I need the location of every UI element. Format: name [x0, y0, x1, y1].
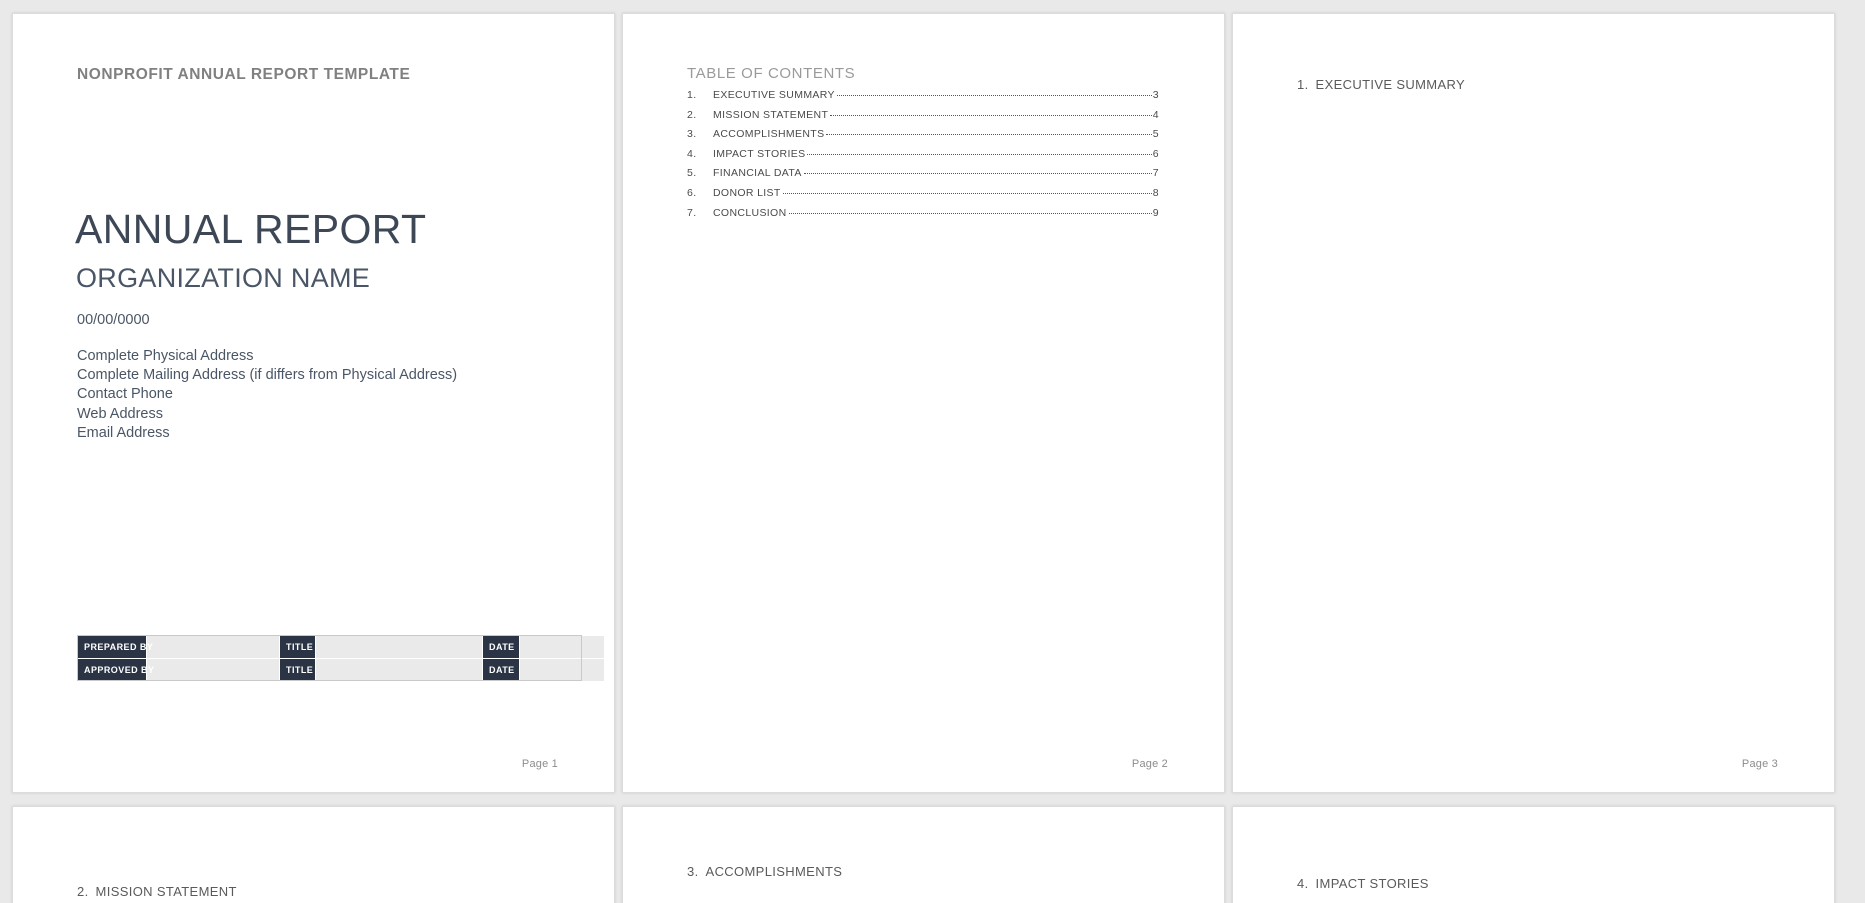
toc-page-number: 6 [1152, 147, 1159, 160]
toc-leader-dots [826, 134, 1152, 136]
toc-label: FINANCIAL DATA [713, 167, 802, 180]
toc-label: IMPACT STORIES [713, 147, 806, 160]
table-of-contents-list: 1. EXECUTIVE SUMMARY 3 2. MISSION STATEM… [687, 89, 1159, 226]
toc-entry-financial-data[interactable]: 5. FINANCIAL DATA 7 [687, 167, 1159, 187]
approval-signature-table: PREPARED BY TITLE DATE APPROVED BY TITLE… [77, 635, 605, 682]
table-row: APPROVED BY TITLE DATE [77, 658, 605, 682]
toc-entry-executive-summary[interactable]: 1. EXECUTIVE SUMMARY 3 [687, 89, 1159, 109]
toc-label: CONCLUSION [713, 206, 787, 219]
section-number: 1. [1297, 77, 1309, 92]
document-page-5[interactable]: 3. ACCOMPLISHMENTS [622, 806, 1225, 903]
toc-page-number: 8 [1152, 186, 1159, 199]
toc-number: 6. [687, 186, 697, 199]
approved-date-field[interactable] [519, 658, 605, 682]
toc-label: DONOR LIST [713, 186, 781, 199]
toc-entry-accomplishments[interactable]: 3. ACCOMPLISHMENTS 5 [687, 128, 1159, 148]
toc-number: 2. [687, 108, 697, 121]
prepared-by-label: PREPARED BY [77, 635, 153, 659]
approved-title-label: TITLE [279, 658, 316, 682]
document-preview-viewport: NONPROFIT ANNUAL REPORT TEMPLATE ANNUAL … [0, 0, 1865, 903]
page-4-content: 2. MISSION STATEMENT [77, 807, 558, 903]
prepared-title-field[interactable] [315, 635, 483, 659]
section-heading-accomplishments: 3. ACCOMPLISHMENTS [687, 864, 842, 879]
toc-leader-dots [836, 95, 1152, 96]
toc-page-number: 7 [1152, 167, 1159, 180]
toc-leader-dots [782, 192, 1152, 194]
page-footer-2: Page 2 [1131, 758, 1168, 770]
toc-leader-dots [807, 153, 1152, 155]
toc-label: ACCOMPLISHMENTS [713, 128, 825, 141]
document-page-6[interactable]: 4. IMPACT STORIES [1232, 806, 1835, 903]
page-footer-3: Page 3 [1741, 758, 1778, 770]
organization-name: ORGANIZATION NAME [76, 263, 371, 293]
section-label: MISSION STATEMENT [95, 884, 237, 899]
toc-label: EXECUTIVE SUMMARY [713, 89, 835, 101]
section-heading-executive-summary: 1. EXECUTIVE SUMMARY [1297, 77, 1465, 92]
toc-number: 7. [687, 206, 697, 219]
toc-number: 5. [687, 167, 697, 180]
toc-label: MISSION STATEMENT [713, 108, 829, 121]
page-title: ANNUAL REPORT [75, 206, 427, 252]
report-date: 00/00/0000 [77, 312, 150, 328]
toc-page-number: 3 [1152, 89, 1159, 101]
section-number: 4. [1297, 876, 1309, 891]
toc-entry-donor-list[interactable]: 6. DONOR LIST 8 [687, 187, 1159, 207]
document-page-1[interactable]: NONPROFIT ANNUAL REPORT TEMPLATE ANNUAL … [12, 13, 615, 793]
approved-date-label: DATE [482, 658, 520, 682]
address-line-physical: Complete Physical Address [77, 348, 254, 364]
document-page-3[interactable]: 1. EXECUTIVE SUMMARY Page 3 [1232, 13, 1835, 793]
toc-entry-conclusion[interactable]: 7. CONCLUSION 9 [687, 207, 1159, 227]
prepared-by-field[interactable] [146, 635, 280, 659]
document-page-2[interactable]: TABLE OF CONTENTS 1. EXECUTIVE SUMMARY 3… [622, 13, 1225, 793]
address-line-web: Web Address [77, 405, 163, 422]
page-2-content: TABLE OF CONTENTS 1. EXECUTIVE SUMMARY 3… [687, 14, 1168, 792]
toc-entry-impact-stories[interactable]: 4. IMPACT STORIES 6 [687, 148, 1159, 168]
page-footer-1: Page 1 [521, 758, 558, 770]
approved-by-field[interactable] [146, 658, 280, 682]
prepared-date-label: DATE [482, 635, 520, 659]
page-grid: NONPROFIT ANNUAL REPORT TEMPLATE ANNUAL … [12, 13, 1857, 903]
toc-page-number: 4 [1152, 108, 1159, 121]
section-heading-mission-statement: 2. MISSION STATEMENT [77, 884, 237, 899]
section-number: 2. [77, 884, 89, 899]
address-line-phone: Contact Phone [77, 386, 173, 403]
approved-title-field[interactable] [315, 658, 483, 682]
toc-page-number: 5 [1152, 128, 1159, 141]
address-line-email: Email Address [77, 424, 170, 441]
toc-leader-dots [788, 212, 1152, 214]
template-kicker: NONPROFIT ANNUAL REPORT TEMPLATE [77, 66, 411, 83]
document-page-4[interactable]: 2. MISSION STATEMENT [12, 806, 615, 903]
page-6-content: 4. IMPACT STORIES [1297, 807, 1778, 903]
section-heading-impact-stories: 4. IMPACT STORIES [1297, 876, 1429, 891]
prepared-title-label: TITLE [279, 635, 316, 659]
page-3-content: 1. EXECUTIVE SUMMARY [1297, 14, 1778, 792]
section-label: IMPACT STORIES [1315, 876, 1429, 891]
section-label: ACCOMPLISHMENTS [705, 864, 843, 879]
approved-by-label: APPROVED BY [77, 658, 154, 682]
toc-number: 4. [687, 147, 697, 160]
table-row: PREPARED BY TITLE DATE [77, 635, 605, 659]
page-5-content: 3. ACCOMPLISHMENTS [687, 807, 1168, 903]
prepared-date-field[interactable] [519, 635, 605, 659]
page-1-content: NONPROFIT ANNUAL REPORT TEMPLATE ANNUAL … [75, 14, 605, 792]
toc-page-number: 9 [1152, 206, 1159, 219]
toc-entry-mission-statement[interactable]: 2. MISSION STATEMENT 4 [687, 109, 1159, 129]
toc-number: 3. [687, 128, 697, 141]
toc-leader-dots [830, 114, 1152, 116]
toc-leader-dots [803, 173, 1152, 175]
table-of-contents-heading: TABLE OF CONTENTS [687, 65, 856, 82]
toc-number: 1. [687, 89, 697, 101]
address-line-mailing: Complete Mailing Address (if differs fro… [77, 367, 458, 384]
contact-address-block: Complete Physical Address Complete Maili… [77, 347, 457, 443]
section-label: EXECUTIVE SUMMARY [1315, 77, 1466, 92]
section-number: 3. [687, 864, 699, 879]
